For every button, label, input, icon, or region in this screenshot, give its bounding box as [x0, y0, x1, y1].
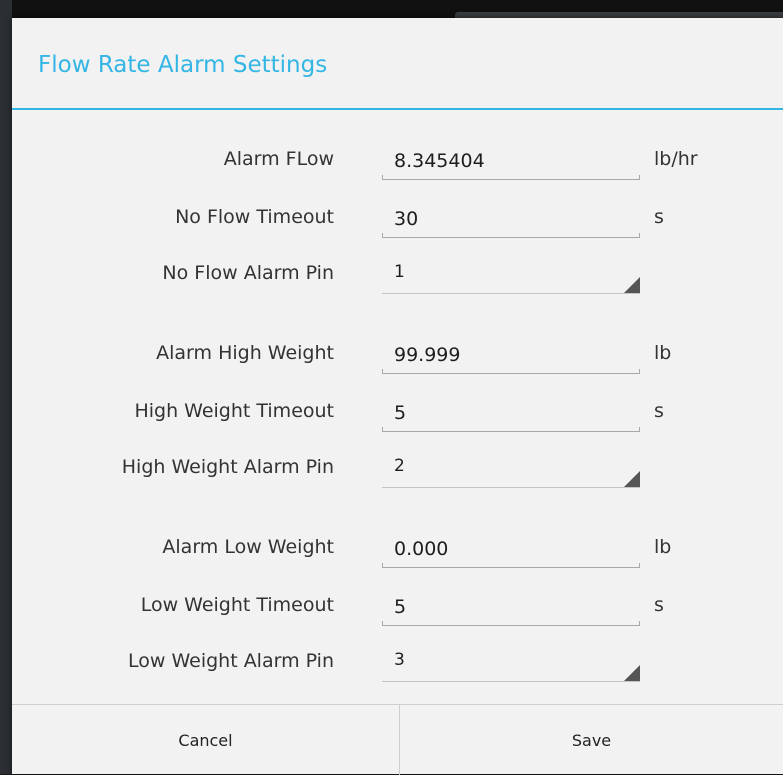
save-button[interactable]: Save	[400, 705, 783, 775]
alarm-low-weight-input[interactable]: 0.000	[382, 532, 640, 568]
title-divider	[12, 108, 783, 110]
high-weight-timeout-value: 5	[394, 402, 407, 424]
cancel-button[interactable]: Cancel	[12, 705, 399, 775]
no-flow-alarm-pin-value: 1	[394, 262, 405, 282]
high-weight-timeout-input[interactable]: 5	[382, 396, 640, 432]
alarm-flow-row: Alarm FLow 8.345404 lb/hr	[12, 140, 783, 184]
input-underline	[382, 175, 640, 180]
spinner-underline	[382, 487, 640, 488]
no-flow-timeout-row: No Flow Timeout 30 s	[12, 198, 783, 242]
alarm-low-weight-unit: lb	[654, 536, 672, 558]
dropdown-triangle-icon	[624, 471, 640, 487]
alarm-high-weight-row: Alarm High Weight 99.999 lb	[12, 334, 783, 378]
alarm-low-weight-value: 0.000	[394, 538, 449, 560]
high-weight-timeout-row: High Weight Timeout 5 s	[12, 392, 783, 436]
input-underline	[382, 621, 640, 626]
alarm-flow-label: Alarm FLow	[223, 148, 334, 170]
input-underline	[382, 427, 640, 432]
alarm-flow-value: 8.345404	[394, 150, 485, 172]
high-weight-alarm-pin-value: 2	[394, 456, 405, 476]
alarm-flow-input[interactable]: 8.345404	[382, 144, 640, 180]
dialog-title: Flow Rate Alarm Settings	[38, 52, 328, 78]
low-weight-alarm-pin-row: Low Weight Alarm Pin 3	[12, 642, 783, 686]
alarm-flow-unit: lb/hr	[654, 148, 698, 170]
low-weight-timeout-label: Low Weight Timeout	[140, 594, 334, 616]
alarm-low-weight-row: Alarm Low Weight 0.000 lb	[12, 528, 783, 572]
low-weight-alarm-pin-value: 3	[394, 650, 405, 670]
no-flow-alarm-pin-row: No Flow Alarm Pin 1	[12, 254, 783, 298]
high-weight-timeout-label: High Weight Timeout	[134, 400, 334, 422]
no-flow-timeout-label: No Flow Timeout	[175, 206, 334, 228]
no-flow-timeout-unit: s	[654, 206, 664, 228]
no-flow-alarm-pin-label: No Flow Alarm Pin	[162, 262, 334, 284]
dropdown-triangle-icon	[624, 277, 640, 293]
high-weight-alarm-pin-row: High Weight Alarm Pin 2	[12, 448, 783, 492]
input-underline	[382, 563, 640, 568]
dropdown-triangle-icon	[624, 665, 640, 681]
spinner-underline	[382, 293, 640, 294]
alarm-high-weight-label: Alarm High Weight	[156, 342, 334, 364]
alarm-high-weight-value: 99.999	[394, 344, 461, 366]
no-flow-timeout-value: 30	[394, 208, 419, 230]
low-weight-timeout-input[interactable]: 5	[382, 590, 640, 626]
spinner-underline	[382, 681, 640, 682]
high-weight-alarm-pin-spinner[interactable]: 2	[382, 452, 640, 488]
low-weight-timeout-value: 5	[394, 596, 407, 618]
alarm-low-weight-label: Alarm Low Weight	[162, 536, 334, 558]
high-weight-timeout-unit: s	[654, 400, 664, 422]
no-flow-timeout-input[interactable]: 30	[382, 202, 640, 238]
alarm-high-weight-input[interactable]: 99.999	[382, 338, 640, 374]
flow-rate-alarm-dialog: Flow Rate Alarm Settings Alarm FLow 8.34…	[12, 18, 783, 775]
low-weight-timeout-unit: s	[654, 594, 664, 616]
background-left-strip	[0, 0, 12, 774]
input-underline	[382, 369, 640, 374]
alarm-high-weight-unit: lb	[654, 342, 672, 364]
low-weight-alarm-pin-spinner[interactable]: 3	[382, 646, 640, 682]
low-weight-alarm-pin-label: Low Weight Alarm Pin	[128, 650, 334, 672]
input-underline	[382, 233, 640, 238]
low-weight-timeout-row: Low Weight Timeout 5 s	[12, 586, 783, 630]
dialog-button-bar: Cancel Save	[12, 704, 783, 775]
no-flow-alarm-pin-spinner[interactable]: 1	[382, 258, 640, 294]
high-weight-alarm-pin-label: High Weight Alarm Pin	[121, 456, 334, 478]
